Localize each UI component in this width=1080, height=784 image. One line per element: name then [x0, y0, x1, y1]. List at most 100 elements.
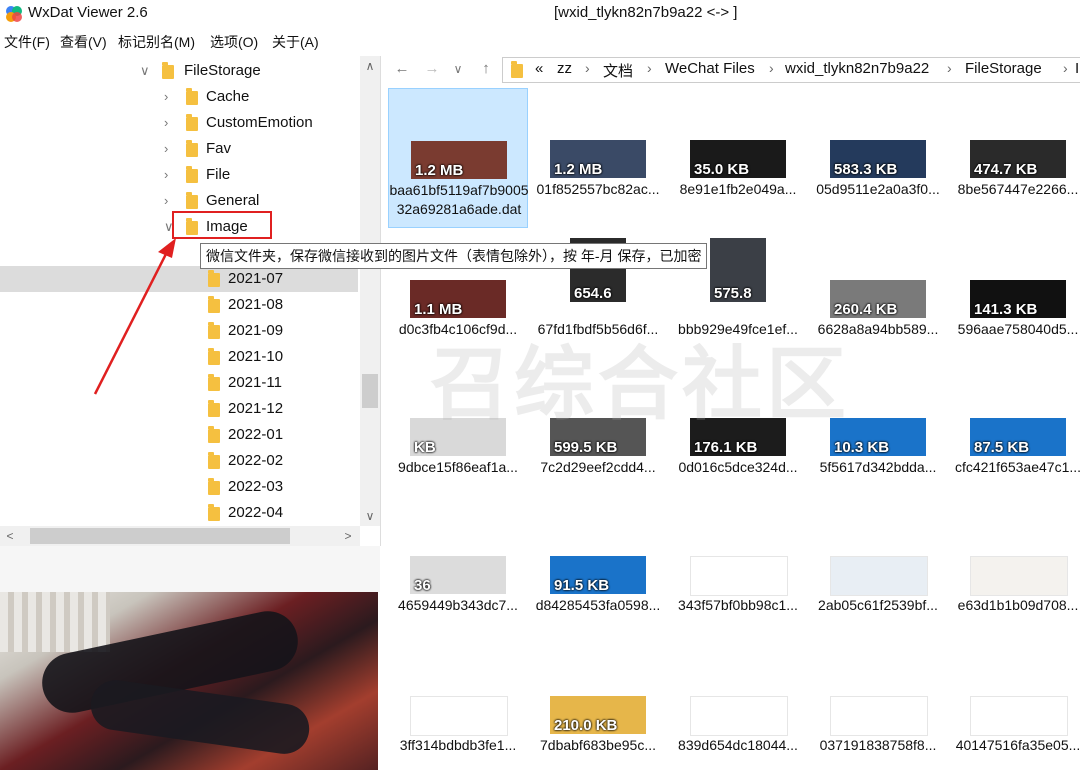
chevron-right-icon[interactable]: › — [164, 84, 178, 110]
tree-item-month[interactable]: 2021-09 — [0, 318, 358, 344]
file-thumbnail-item[interactable]: 176.1 KB0d016c5dce324d... — [668, 366, 808, 506]
scroll-up-icon[interactable]: ∧ — [360, 56, 380, 76]
breadcrumb-item[interactable]: I — [1075, 60, 1079, 77]
file-thumbnail-item[interactable]: 364659449b343dc7... — [388, 504, 528, 644]
tree-item-label: 2021-08 — [228, 292, 283, 318]
tree-item-month[interactable]: 2022-04 — [0, 500, 358, 526]
thumbnail-image: 87.5 KB — [970, 418, 1066, 456]
breadcrumb-item[interactable]: FileStorage — [965, 60, 1042, 77]
thumbnail-image: 10.3 KB — [830, 418, 926, 456]
file-thumbnail-item[interactable]: 3ff314bdbdb3fe1... — [388, 644, 528, 784]
chevron-right-icon[interactable]: › — [164, 136, 178, 162]
tree-vertical-scrollbar[interactable]: ∧ ∨ — [360, 56, 380, 526]
file-size-label: 10.3 KB — [834, 439, 889, 456]
forward-arrow-icon[interactable]: → — [422, 59, 442, 79]
history-chevron-icon[interactable]: ∨ — [448, 59, 468, 79]
file-thumbnail-item[interactable]: e63d1b1b09d708... — [948, 504, 1080, 644]
menu-bar: 文件(F) 查看(V) 标记别名(M) 选项(O) 关于(A) — [0, 28, 1080, 54]
scroll-right-icon[interactable]: > — [338, 526, 358, 546]
file-thumbnail-item[interactable]: 35.0 KB8e91e1fb2e049a... — [668, 88, 808, 228]
thumbnail-image — [830, 696, 928, 736]
scroll-thumb[interactable] — [362, 374, 378, 408]
breadcrumb-item[interactable]: 文档 — [603, 60, 633, 81]
thumbnail-image — [970, 556, 1068, 596]
folder-icon — [186, 91, 198, 105]
window-title: [wxid_tlykn82n7b9a22 <-> ] — [554, 4, 737, 21]
breadcrumb-separator-icon: › — [647, 60, 652, 76]
tree-item-month[interactable]: 2021-08 — [0, 292, 358, 318]
file-name-label: 9dbce15f86eaf1a... — [388, 458, 528, 477]
breadcrumb-item[interactable]: WeChat Files — [665, 60, 755, 77]
scroll-left-icon[interactable]: < — [0, 526, 20, 546]
hscroll-thumb[interactable] — [30, 528, 290, 544]
file-thumbnail-item[interactable]: 87.5 KB cfc421f653ae47c1... — [948, 366, 1080, 506]
chevron-right-icon[interactable]: › — [164, 162, 178, 188]
tree-item-month[interactable]: 2021-12 — [0, 396, 358, 422]
thumbnail-image — [690, 696, 788, 736]
tree-item-month[interactable]: 2021-10 — [0, 344, 358, 370]
breadcrumb-separator-icon: › — [947, 60, 952, 76]
file-thumbnail-item[interactable]: 10.3 KB5f5617d342bdda... — [808, 366, 948, 506]
file-thumbnail-item[interactable]: 037191838758f8... — [808, 644, 948, 784]
folder-icon — [208, 325, 220, 339]
tree-item-fav[interactable]: › Fav — [0, 136, 358, 162]
thumbnail-image: 1.2 MB — [411, 141, 507, 179]
file-thumbnail-item[interactable]: 599.5 KB7c2d29eef2cdd4... — [528, 366, 668, 506]
chevron-right-icon[interactable]: › — [164, 110, 178, 136]
file-thumbnail-item[interactable]: 1.2 MBbaa61bf5119af7b900532a69281a6ade.d… — [388, 88, 528, 228]
breadcrumb-overflow[interactable]: « — [535, 60, 543, 77]
file-name-label: 7c2d29eef2cdd4... — [528, 458, 668, 477]
tree-item-label: 2022-04 — [228, 500, 283, 526]
file-size-label: 35.0 KB — [694, 161, 749, 178]
file-name-label: d84285453fa0598... — [528, 596, 668, 615]
tree-item-label: Fav — [206, 136, 231, 162]
up-arrow-icon[interactable]: ↑ — [476, 59, 496, 79]
thumbnail-image — [410, 696, 508, 736]
address-bar[interactable]: « zz › 文档 › WeChat Files › wxid_tlykn82n… — [502, 57, 1080, 83]
folder-icon — [162, 65, 174, 79]
back-arrow-icon[interactable]: ← — [392, 59, 412, 79]
file-thumbnail-item[interactable]: 474.7 KB8be567447e2266... — [948, 88, 1080, 228]
menu-file[interactable]: 文件(F) — [4, 32, 50, 52]
file-size-label: 91.5 KB — [554, 577, 609, 594]
tree-item-customemotion[interactable]: ›CustomEmotion — [0, 110, 358, 136]
tree-horizontal-scrollbar[interactable]: < > — [0, 526, 360, 546]
scroll-down-icon[interactable]: ∨ — [360, 506, 380, 526]
file-thumbnail-item[interactable]: 141.3 KB596aae758040d5... — [948, 228, 1080, 368]
breadcrumb-item[interactable]: zz — [557, 60, 572, 77]
file-name-label: baa61bf5119af7b900532a69281a6ade.dat — [389, 181, 529, 219]
file-thumbnail-item[interactable]: 40147516fa35e05... — [948, 644, 1080, 784]
menu-view[interactable]: 查看(V) — [60, 32, 107, 52]
tree-item-filestorage[interactable]: ∨FileStorage — [0, 58, 358, 84]
menu-alias[interactable]: 标记别名(M) — [118, 32, 195, 52]
file-thumbnail-item[interactable]: 260.4 KB6628a8a94bb589... — [808, 228, 948, 368]
file-thumbnail-item[interactable]: 583.3 KB05d9511e2a0a3f0... — [808, 88, 948, 228]
file-thumbnail-item[interactable]: 839d654dc18044... — [668, 644, 808, 784]
tree-item-file[interactable]: ›File — [0, 162, 358, 188]
file-thumbnail-item[interactable]: 91.5 KB d84285453fa0598... — [528, 504, 668, 644]
file-thumbnail-item[interactable]: 1.2 MB01f852557bc82ac... — [528, 88, 668, 228]
file-name-label: cfc421f653ae47c1... — [948, 458, 1080, 477]
thumbnail-image: 141.3 KB — [970, 280, 1066, 318]
menu-about[interactable]: 关于(A) — [272, 32, 319, 52]
file-thumbnail-item[interactable]: 2ab05c61f2539bf... — [808, 504, 948, 644]
tree-item-month[interactable]: 2021-07 — [0, 266, 358, 292]
app-logo-icon — [4, 4, 24, 24]
file-name-label: 3ff314bdbdb3fe1... — [388, 736, 528, 755]
tree-item-month[interactable]: 2021-11 — [0, 370, 358, 396]
info-pane — [0, 546, 380, 592]
breadcrumb-item[interactable]: wxid_tlykn82n7b9a22 — [785, 60, 929, 77]
folder-icon — [511, 64, 523, 78]
tree-item-cache[interactable]: ›Cache — [0, 84, 358, 110]
file-thumbnail-item[interactable]: KB9dbce15f86eaf1a... — [388, 366, 528, 506]
file-name-label: 01f852557bc82ac... — [528, 180, 668, 199]
tree-item-month[interactable]: 2022-03 — [0, 474, 358, 500]
chevron-down-icon[interactable]: ∨ — [140, 58, 154, 84]
thumbnail-image — [970, 696, 1068, 736]
thumbnail-image: 176.1 KB — [690, 418, 786, 456]
file-thumbnail-item[interactable]: 210.0 KB7dbabf683be95c... — [528, 644, 668, 784]
menu-options[interactable]: 选项(O) — [210, 32, 258, 52]
file-thumbnail-item[interactable]: 343f57bf0bb98c1... — [668, 504, 808, 644]
tree-item-month[interactable]: 2022-01 — [0, 422, 358, 448]
tree-item-month[interactable]: 2022-02 — [0, 448, 358, 474]
